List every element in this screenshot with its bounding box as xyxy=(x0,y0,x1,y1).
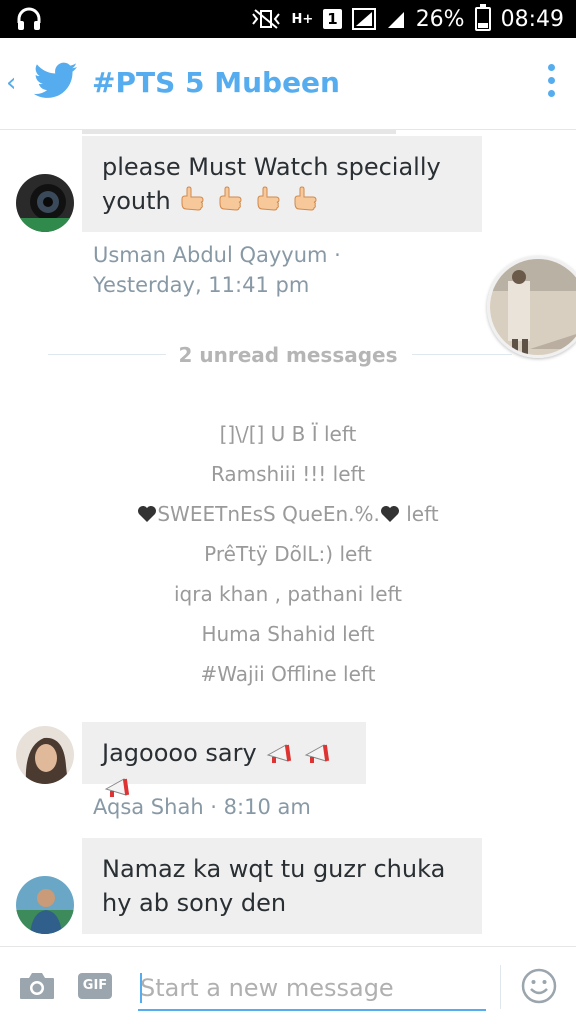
message-text: Jagoooo sary xyxy=(102,739,257,767)
left-suffix: left xyxy=(406,502,439,526)
member-name: SWEETnEsS QueEn.%. xyxy=(157,502,380,526)
avatar[interactable] xyxy=(16,726,74,784)
conversation-scroll[interactable]: please Must Watch specially youth Usman … xyxy=(0,130,576,946)
list-item: Ramshiii !!! left xyxy=(210,462,366,486)
pointing-hand-icon xyxy=(181,186,204,211)
avatar[interactable] xyxy=(16,876,74,934)
message-bubble[interactable]: please Must Watch specially youth xyxy=(82,136,482,232)
gif-button[interactable]: GIF xyxy=(78,973,112,999)
clock: 08:49 xyxy=(500,6,564,32)
megaphone-icon xyxy=(304,744,330,763)
pointing-hand-icon xyxy=(219,186,242,211)
black-heart-icon xyxy=(380,506,399,522)
headphones-icon xyxy=(17,7,41,30)
message-meta: Usman Abdul Qayyum · Yesterday, 11:41 pm xyxy=(93,243,341,297)
unread-divider: 2 unread messages xyxy=(48,340,576,370)
member-left-list: []\/[] U B Ï left Ramshiii !!! left SWEE… xyxy=(0,414,576,694)
network-type: H+ xyxy=(291,11,314,27)
previous-message-edge xyxy=(82,130,396,134)
list-item: []\/[] U B Ï left xyxy=(219,422,357,446)
pointing-hand-emojis xyxy=(178,186,321,215)
pointing-hand-icon xyxy=(294,186,317,211)
unread-count-label: 2 unread messages xyxy=(178,343,398,367)
signal-icon-1 xyxy=(351,8,376,30)
text-caret xyxy=(140,973,142,1003)
status-bar: H+ 1 26% 08:49 xyxy=(0,0,576,38)
message-bubble[interactable]: Namaz ka wqt tu guzr chuka hy ab sony de… xyxy=(82,838,482,934)
battery-percent: 26% xyxy=(415,6,465,32)
battery-icon xyxy=(474,4,491,31)
new-message-input[interactable] xyxy=(138,967,486,1011)
message-meta: Aqsa Shah · 8:10 am xyxy=(93,795,311,819)
list-item: SWEETnEsS QueEn.%. left xyxy=(0,494,576,534)
list-item: iqra khan , pathani left xyxy=(173,582,403,606)
list-item: Huma Shahid left xyxy=(201,622,375,646)
avatar[interactable] xyxy=(16,174,74,232)
pointing-hand-icon xyxy=(257,186,280,211)
vibrate-mute-icon xyxy=(252,9,281,29)
message-composer: GIF xyxy=(0,946,576,1024)
black-heart-icon xyxy=(138,506,157,522)
signal-icon-2 xyxy=(387,12,404,28)
emoji-smile-icon[interactable] xyxy=(520,967,558,1005)
megaphone-icon xyxy=(267,744,292,763)
camera-icon[interactable] xyxy=(18,971,56,1001)
more-options-icon[interactable] xyxy=(548,64,556,104)
list-item: PrêTtÿ DõlL:) left xyxy=(204,542,372,566)
back-chevron-icon[interactable]: ‹ xyxy=(6,68,24,98)
sim-badge: 1 xyxy=(323,9,342,29)
composer-divider xyxy=(500,965,501,1009)
app-header: ‹ #PTS 5 Mubeen xyxy=(0,38,576,130)
conversation-title: #PTS 5 Mubeen xyxy=(92,66,340,99)
message-bubble[interactable]: Jagoooo sary xyxy=(82,722,366,797)
list-item: #Wajii Offline left xyxy=(200,662,376,686)
message-text: Namaz ka wqt tu guzr chuka hy ab sony de… xyxy=(102,855,446,917)
twitter-bird-icon[interactable] xyxy=(34,62,78,100)
